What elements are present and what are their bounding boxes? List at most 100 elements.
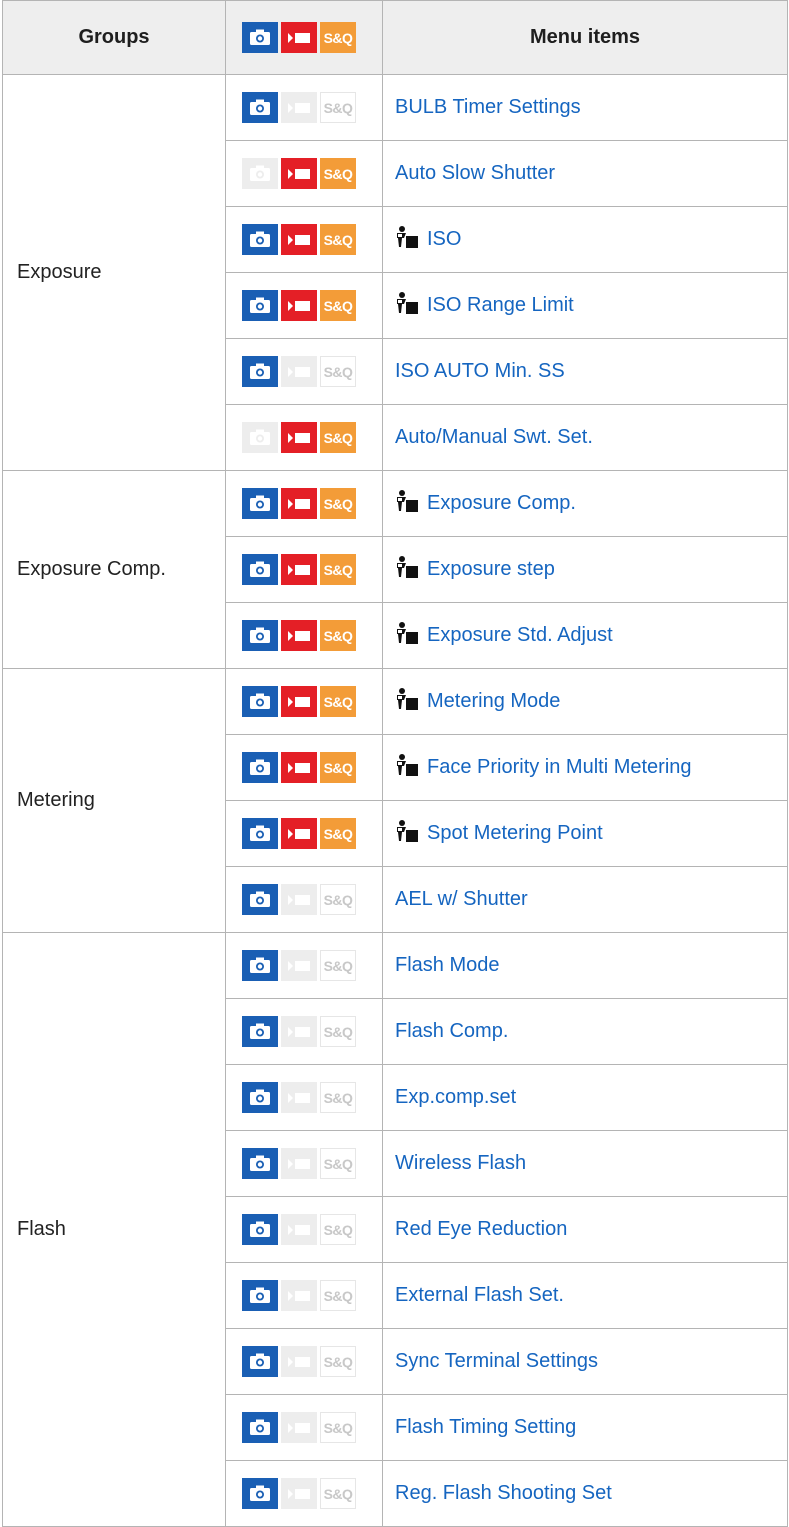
menu-item-link[interactable]: Auto Slow Shutter	[395, 162, 555, 185]
s-and-q-icon: S&Q	[320, 356, 356, 387]
mode-icons: S&Q	[225, 1064, 383, 1131]
mode-icons: S&Q	[225, 998, 383, 1065]
movie-icon	[281, 422, 317, 453]
mode-icons: S&Q	[225, 470, 383, 537]
menu-item-link[interactable]: ISO AUTO Min. SS	[395, 360, 565, 383]
mode-icons: S&Q	[225, 1328, 383, 1395]
camera-icon	[242, 620, 278, 651]
s-and-q-icon: S&Q	[320, 1478, 356, 1509]
exposure-mode-icon	[395, 291, 419, 321]
menu-item-link[interactable]: Red Eye Reduction	[395, 1218, 567, 1241]
movie-icon	[281, 224, 317, 255]
menu-item-cell: ISO Range Limit	[382, 272, 788, 339]
menu-item-label: Exposure step	[427, 558, 555, 580]
mode-icons: S&Q	[225, 932, 383, 999]
camera-icon	[242, 356, 278, 387]
menu-item-link[interactable]: Exposure Std. Adjust	[395, 621, 613, 651]
table-row: Metering S&Q Metering Mode	[2, 668, 788, 933]
menu-item-link[interactable]: Wireless Flash	[395, 1152, 526, 1175]
menu-item-cell: Reg. Flash Shooting Set	[382, 1460, 788, 1527]
menu-item-link[interactable]: External Flash Set.	[395, 1284, 564, 1307]
s-and-q-icon: S&Q	[320, 818, 356, 849]
camera-icon	[242, 884, 278, 915]
menu-item-link[interactable]: ISO Range Limit	[395, 291, 574, 321]
menu-item-link[interactable]: Exposure step	[395, 555, 555, 585]
group-name: Metering	[2, 668, 226, 933]
menu-item-cell: Metering Mode	[382, 668, 788, 735]
menu-item-label: Sync Terminal Settings	[395, 1350, 599, 1372]
mode-icons: S&Q	[225, 1394, 383, 1461]
menu-item-link[interactable]: Flash Comp.	[395, 1020, 508, 1043]
s-and-q-icon: S&Q	[320, 554, 356, 585]
menu-item-link[interactable]: Flash Mode	[395, 954, 500, 977]
movie-icon	[281, 1016, 317, 1047]
s-and-q-icon: S&Q	[320, 1148, 356, 1179]
menu-item-label: Auto Slow Shutter	[395, 162, 556, 184]
camera-icon	[242, 290, 278, 321]
camera-icon	[242, 950, 278, 981]
menu-item-link[interactable]: BULB Timer Settings	[395, 96, 581, 119]
menu-item-link[interactable]: Sync Terminal Settings	[395, 1350, 598, 1373]
table-row: Exposure Comp. S&Q Exposure Comp.	[2, 470, 788, 669]
s-and-q-icon: S&Q	[320, 224, 356, 255]
menu-item-link[interactable]: Flash Timing Setting	[395, 1416, 576, 1439]
s-and-q-icon: S&Q	[320, 1280, 356, 1311]
menu-item-link[interactable]: Exposure Comp.	[395, 489, 576, 519]
menu-item-label: Exp.comp.set	[395, 1086, 517, 1108]
s-and-q-icon: S&Q	[320, 884, 356, 915]
menu-table: Groups S&Q Menu items Exposure S&Q BULB Ti…	[2, 0, 788, 1527]
movie-icon	[281, 22, 317, 53]
movie-icon	[281, 1280, 317, 1311]
exposure-mode-icon	[395, 555, 419, 585]
movie-icon	[281, 290, 317, 321]
mode-icons: S&Q	[225, 1262, 383, 1329]
movie-icon	[281, 1412, 317, 1443]
s-and-q-icon: S&Q	[320, 158, 356, 189]
menu-item-link[interactable]: Spot Metering Point	[395, 819, 603, 849]
menu-item-label: ISO Range Limit	[427, 294, 574, 316]
s-and-q-icon: S&Q	[320, 1082, 356, 1113]
mode-icons: S&Q	[225, 1460, 383, 1527]
menu-item-link[interactable]: Exp.comp.set	[395, 1086, 516, 1109]
menu-item-cell: Flash Comp.	[382, 998, 788, 1065]
menu-item-cell: BULB Timer Settings	[382, 74, 788, 141]
menu-item-link[interactable]: Metering Mode	[395, 687, 560, 717]
menu-item-link[interactable]: Face Priority in Multi Metering	[395, 753, 692, 783]
menu-item-link[interactable]: Reg. Flash Shooting Set	[395, 1482, 612, 1505]
menu-item-cell: Face Priority in Multi Metering	[382, 734, 788, 801]
menu-item-cell: ISO	[382, 206, 788, 273]
camera-icon	[242, 554, 278, 585]
camera-icon	[242, 1214, 278, 1245]
movie-icon	[281, 554, 317, 585]
s-and-q-icon: S&Q	[320, 1412, 356, 1443]
menu-item-link[interactable]: Auto/Manual Swt. Set.	[395, 426, 593, 449]
menu-item-link[interactable]: ISO	[395, 225, 461, 255]
s-and-q-icon: S&Q	[320, 620, 356, 651]
menu-item-label: Wireless Flash	[395, 1152, 527, 1174]
menu-item-label: Flash Comp.	[395, 1020, 509, 1042]
movie-icon	[281, 884, 317, 915]
movie-icon	[281, 1346, 317, 1377]
camera-icon	[242, 1478, 278, 1509]
menu-item-cell: External Flash Set.	[382, 1262, 788, 1329]
menu-item-label: BULB Timer Settings	[395, 96, 581, 118]
menu-item-label: ISO AUTO Min. SS	[395, 360, 565, 382]
s-and-q-icon: S&Q	[320, 488, 356, 519]
menu-item-label: Auto/Manual Swt. Set.	[395, 426, 593, 448]
s-and-q-icon: S&Q	[320, 686, 356, 717]
movie-icon	[281, 620, 317, 651]
movie-icon	[281, 92, 317, 123]
camera-icon	[242, 1346, 278, 1377]
mode-icons: S&Q	[225, 866, 383, 933]
camera-icon	[242, 92, 278, 123]
menu-item-cell: Exp.comp.set	[382, 1064, 788, 1131]
camera-icon	[242, 1280, 278, 1311]
exposure-mode-icon	[395, 621, 419, 651]
s-and-q-icon: S&Q	[320, 290, 356, 321]
exposure-mode-icon	[395, 687, 419, 717]
menu-item-label: Face Priority in Multi Metering	[427, 756, 692, 778]
menu-item-cell: Flash Mode	[382, 932, 788, 999]
menu-item-cell: Auto/Manual Swt. Set.	[382, 404, 788, 471]
group-name: Exposure	[2, 74, 226, 471]
menu-item-link[interactable]: AEL w/ Shutter	[395, 888, 528, 911]
